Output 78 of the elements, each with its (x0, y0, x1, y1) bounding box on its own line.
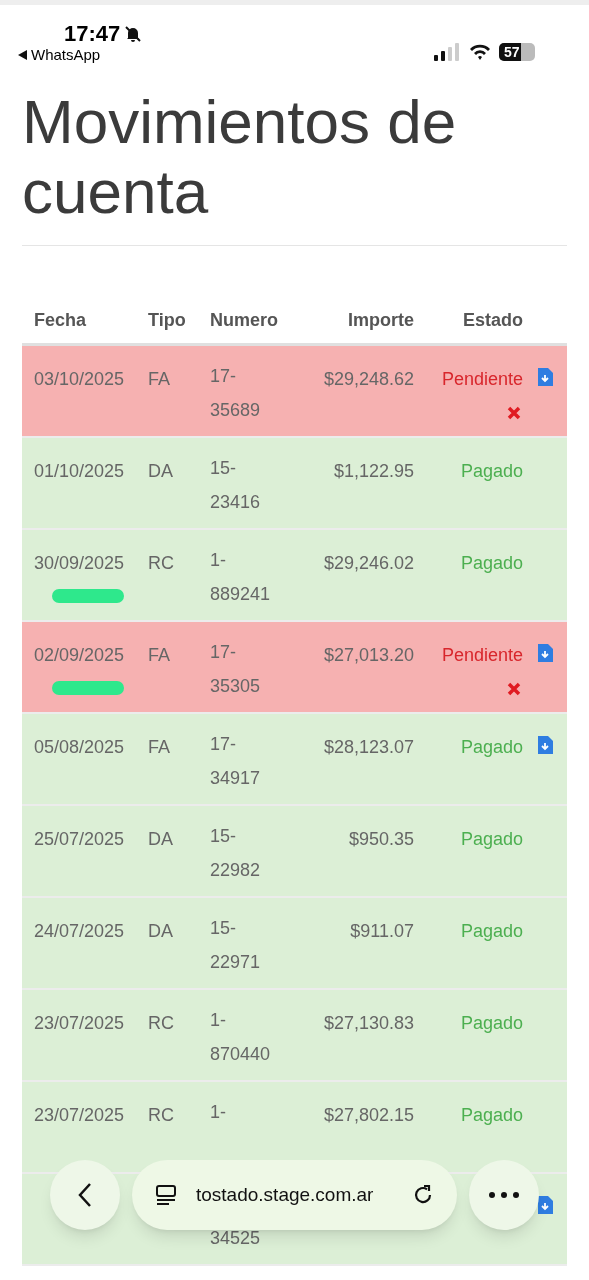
amount-cell: $950.35 (348, 829, 414, 849)
number-cell-text: 35305 (210, 675, 262, 698)
amount-cell: $27,130.83 (323, 1013, 414, 1033)
amount-cell: $29,246.02 (323, 553, 414, 573)
amount-cell: $27,802.15 (323, 1105, 414, 1125)
signal-icon (433, 43, 461, 61)
number-cell-text: 17- (210, 733, 237, 756)
date-cell-text: 01/10/2025 (34, 460, 126, 483)
number-cell-text: 889241 (210, 583, 272, 606)
type-cell: FA (148, 737, 170, 757)
status-label: Pagado (460, 1012, 523, 1035)
type-cell: RC (148, 1013, 174, 1033)
muted-bell-icon (124, 25, 143, 43)
date-cell-text: 24/07/2025 (34, 920, 126, 943)
date-cell-text: 23/07/2025 (34, 1104, 126, 1127)
number-cell-text: 15- (210, 917, 237, 940)
type-cell: RC (148, 553, 174, 573)
more-icon (489, 1192, 519, 1198)
amount-cell: $29,248.62 (323, 369, 414, 389)
file-download-icon[interactable] (537, 736, 553, 754)
number-cell-text: 15- (210, 457, 237, 480)
date-cell-text: 30/09/2025 (34, 552, 126, 575)
number-cell-text: 17- (210, 641, 237, 664)
chevron-left-icon (78, 1182, 92, 1208)
number-cell-text: 17- (210, 365, 237, 388)
page-title: Movimientos de cuenta (22, 85, 567, 246)
number-cell-text: 1- (210, 1101, 227, 1124)
column-header: Importe (347, 309, 414, 332)
status-label: Pagado (460, 1104, 523, 1127)
page-menu-icon[interactable] (154, 1183, 178, 1207)
amount-cell: $27,013.20 (323, 645, 414, 665)
status-label: Pagado (460, 460, 523, 483)
column-header: Fecha (33, 309, 88, 332)
number-cell-text: 1- (210, 549, 227, 572)
type-cell: FA (148, 369, 170, 389)
date-cell-text: 23/07/2025 (34, 1012, 126, 1035)
status-label: Pendiente (441, 368, 523, 391)
number-cell-text: 1- (210, 1009, 227, 1032)
number-cell-text: 870440 (210, 1043, 272, 1066)
url-text: tostado.stage.com.ar (196, 1182, 375, 1207)
back-triangle-icon[interactable] (18, 49, 27, 60)
status-label: Pagado (460, 552, 523, 575)
column-header: Tipo (148, 309, 187, 332)
wifi-icon (469, 44, 491, 60)
type-cell: DA (148, 461, 173, 481)
type-cell: DA (148, 829, 173, 849)
cross-icon (507, 682, 521, 696)
date-cell-text: 05/08/2025 (34, 736, 126, 759)
column-header: Numero (210, 309, 279, 332)
amount-cell: $1,122.95 (333, 461, 414, 481)
number-cell-text: 34917 (210, 767, 262, 790)
clock-time: 17:47 (64, 23, 121, 45)
amount-cell: $28,123.07 (323, 737, 414, 757)
type-cell: RC (148, 1105, 174, 1125)
number-cell-text: 34525 (210, 1227, 262, 1250)
back-to-app-link[interactable]: WhatsApp (31, 47, 101, 62)
file-download-icon[interactable] (537, 1196, 553, 1214)
number-cell-text: 22971 (210, 951, 262, 974)
cross-icon (507, 406, 521, 420)
amount-cell: $911.07 (350, 921, 414, 941)
battery-indicator: 57 (499, 43, 535, 61)
status-label: Pagado (460, 828, 523, 851)
file-download-icon[interactable] (537, 644, 553, 662)
status-label: Pagado (460, 736, 523, 759)
number-cell-text: 35689 (210, 399, 262, 422)
type-cell: DA (148, 921, 173, 941)
address-bar[interactable]: tostado.stage.com.ar (132, 1160, 457, 1230)
status-label: Pendiente (441, 644, 523, 667)
date-cell-text: 03/10/2025 (34, 368, 126, 391)
number-cell-text: 22982 (210, 859, 262, 882)
date-cell-text: 25/07/2025 (34, 828, 126, 851)
number-cell-text: 23416 (210, 491, 262, 514)
date-cell-text: 02/09/2025 (34, 644, 126, 667)
status-label: Pagado (460, 920, 523, 943)
type-cell: FA (148, 645, 170, 665)
column-header: Estado (462, 309, 523, 332)
number-cell-text: 15- (210, 825, 237, 848)
file-download-icon[interactable] (537, 368, 553, 386)
